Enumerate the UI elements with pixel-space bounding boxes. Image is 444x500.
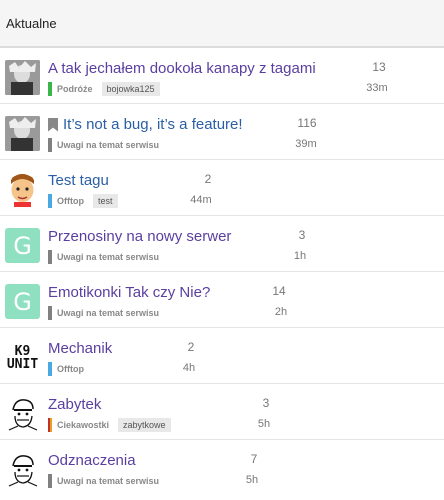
reply-count[interactable]: 7: [234, 452, 274, 466]
topic-meta: Uwagi na temat serwisu: [48, 138, 159, 152]
category-link[interactable]: Podróże: [57, 84, 93, 94]
topic-row[interactable]: It’s not a bug, it’s a feature! Uwagi na…: [0, 104, 444, 160]
topic-tag[interactable]: test: [93, 194, 118, 208]
topic-row[interactable]: G Przenosiny na nowy serwer Uwagi na tem…: [0, 216, 444, 272]
topic-row[interactable]: K9 UNIT Mechanik Offtop 2 4h: [0, 328, 444, 384]
topic-title-link[interactable]: A tak jechałem dookoła kanapy z tagami: [48, 60, 316, 77]
user-avatar[interactable]: G: [5, 228, 40, 263]
topic-meta: Uwagi na temat serwisu: [48, 474, 159, 488]
category-color-bar: [48, 194, 52, 208]
topic-meta: Offtop: [48, 362, 84, 376]
topic-title-link[interactable]: It’s not a bug, it’s a feature!: [48, 116, 243, 133]
category-link[interactable]: Uwagi na temat serwisu: [57, 252, 159, 262]
user-avatar[interactable]: [5, 116, 40, 151]
activity-time[interactable]: 33m: [357, 82, 397, 94]
bookmark-icon: [48, 117, 58, 132]
reply-count[interactable]: 3: [282, 228, 322, 242]
activity-time[interactable]: 5h: [244, 418, 284, 430]
topic-list: A tak jechałem dookoła kanapy z tagami P…: [0, 48, 444, 496]
topic-list-header: Aktualne: [0, 0, 444, 48]
topic-meta: Ciekawostki zabytkowe: [48, 418, 171, 432]
topic-row[interactable]: Odznaczenia Uwagi na temat serwisu 7 5h: [0, 440, 444, 496]
category-link[interactable]: Offtop: [57, 364, 84, 374]
reply-count[interactable]: 2: [188, 172, 228, 186]
topic-row[interactable]: Zabytek Ciekawostki zabytkowe 3 5h: [0, 384, 444, 440]
reply-count[interactable]: 13: [359, 60, 399, 74]
user-avatar[interactable]: K9 UNIT: [5, 340, 40, 375]
topic-row[interactable]: A tak jechałem dookoła kanapy z tagami P…: [0, 48, 444, 104]
activity-time[interactable]: 44m: [181, 194, 221, 206]
user-avatar[interactable]: G: [5, 284, 40, 319]
category-color-bar: [48, 250, 52, 264]
activity-time[interactable]: 5h: [232, 474, 272, 486]
topic-meta: Podróże bojowka125: [48, 82, 160, 96]
topic-row[interactable]: Test tagu Offtop test 2 44m: [0, 160, 444, 216]
reply-count[interactable]: 2: [171, 340, 211, 354]
category-link[interactable]: Ciekawostki: [57, 420, 109, 430]
topic-meta: Uwagi na temat serwisu: [48, 250, 159, 264]
user-avatar[interactable]: [5, 60, 40, 95]
reply-count[interactable]: 3: [246, 396, 286, 410]
avatar-text: K9 UNIT: [6, 343, 39, 372]
category-color-bar: [48, 362, 52, 376]
topic-title-link[interactable]: Test tagu: [48, 172, 109, 189]
topic-meta: Offtop test: [48, 194, 118, 208]
topic-title-link[interactable]: Przenosiny na nowy serwer: [48, 228, 231, 245]
category-link[interactable]: Uwagi na temat serwisu: [57, 476, 159, 486]
activity-time[interactable]: 1h: [280, 250, 320, 262]
header-title: Aktualne: [6, 15, 57, 31]
user-avatar[interactable]: [5, 452, 40, 487]
activity-time[interactable]: 4h: [169, 362, 209, 374]
category-color-bar: [48, 138, 52, 152]
reply-count[interactable]: 116: [287, 116, 327, 130]
category-link[interactable]: Uwagi na temat serwisu: [57, 140, 159, 150]
topic-row[interactable]: G Emotikonki Tak czy Nie? Uwagi na temat…: [0, 272, 444, 328]
user-avatar[interactable]: [5, 396, 40, 431]
category-color-bar: [48, 474, 52, 488]
topic-title-link[interactable]: Odznaczenia: [48, 452, 136, 469]
topic-title-link[interactable]: Mechanik: [48, 340, 112, 357]
reply-count[interactable]: 14: [259, 284, 299, 298]
category-color-bar: [48, 418, 52, 432]
category-link[interactable]: Offtop: [57, 196, 84, 206]
topic-meta: Uwagi na temat serwisu: [48, 306, 159, 320]
user-avatar[interactable]: [5, 172, 40, 207]
topic-tag[interactable]: zabytkowe: [118, 418, 171, 432]
topic-title-link[interactable]: Emotikonki Tak czy Nie?: [48, 284, 210, 301]
topic-title-link[interactable]: Zabytek: [48, 396, 101, 413]
category-color-bar: [48, 306, 52, 320]
category-link[interactable]: Uwagi na temat serwisu: [57, 308, 159, 318]
activity-time[interactable]: 39m: [286, 138, 326, 150]
category-color-bar: [48, 82, 52, 96]
topic-tag[interactable]: bojowka125: [101, 82, 160, 96]
activity-time[interactable]: 2h: [261, 306, 301, 318]
